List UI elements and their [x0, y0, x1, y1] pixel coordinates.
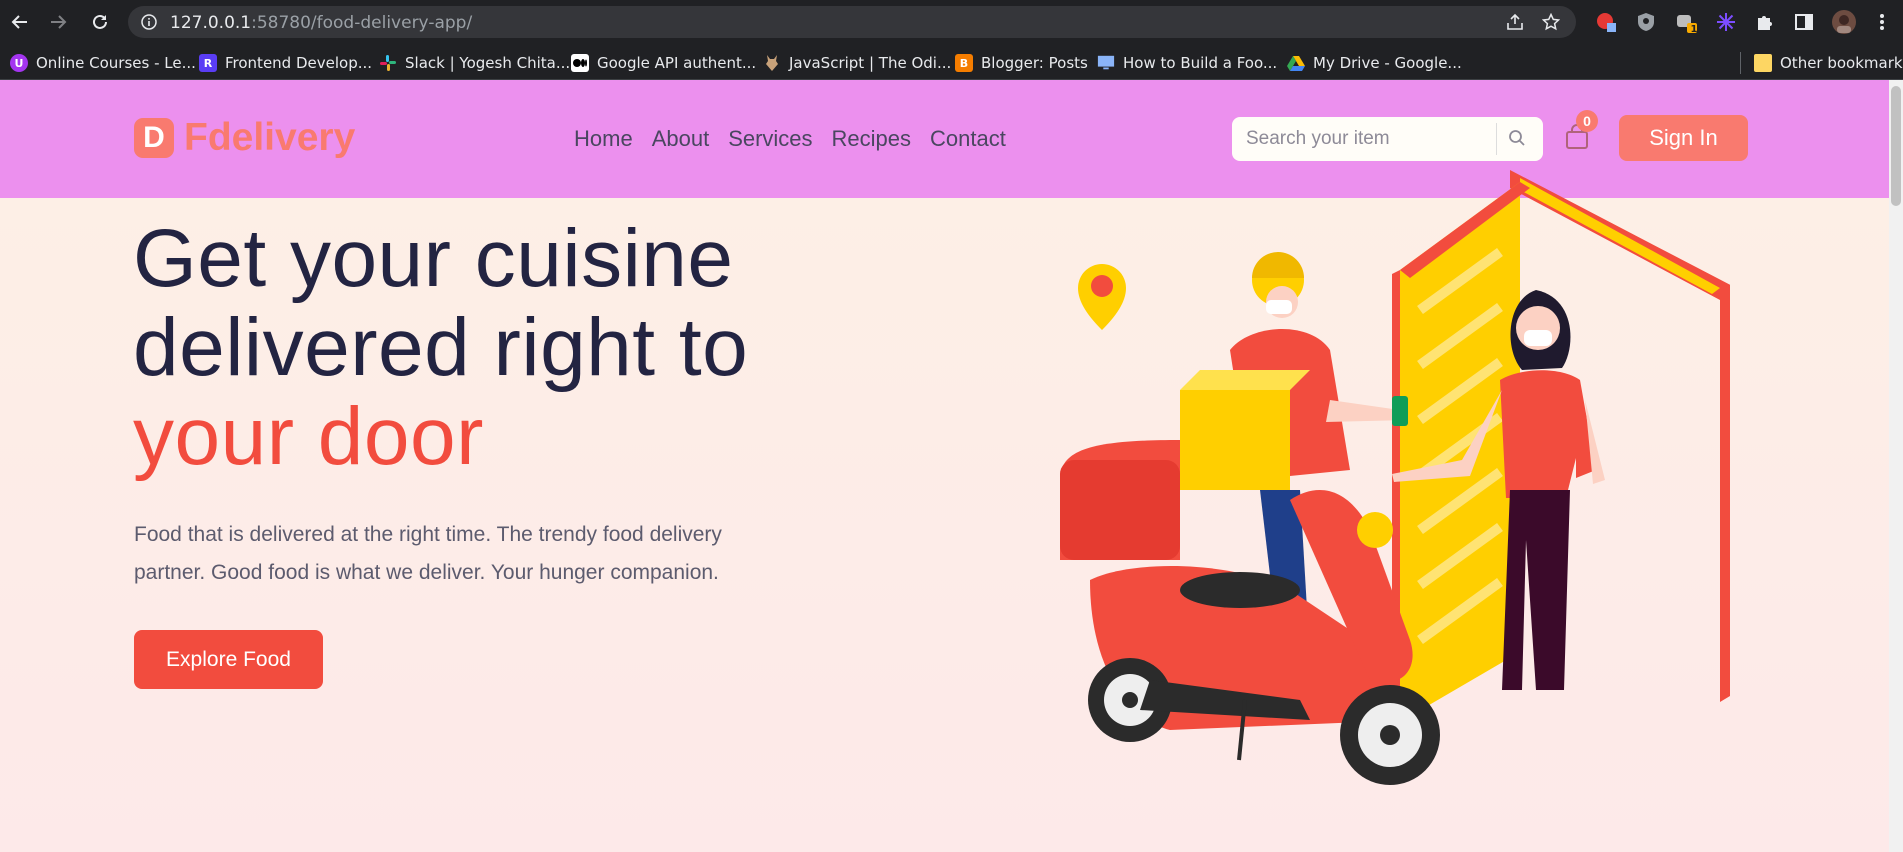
other-bookmarks-label: Other bookmarks [1780, 54, 1903, 72]
search-divider [1496, 123, 1497, 155]
bookmark-item[interactable]: How to Build a Foo... [1097, 52, 1277, 74]
delivery-illustration [1030, 160, 1742, 804]
location-pin-icon [1078, 264, 1126, 330]
headline-accent: your door [133, 391, 484, 482]
extension-adblock-icon[interactable] [1594, 10, 1618, 34]
address-bar[interactable]: 127.0.0.1:58780/food-delivery-app/ [128, 6, 1576, 38]
nav-home[interactable]: Home [574, 126, 633, 152]
bookmark-label: Slack | Yogesh Chita... [405, 54, 571, 72]
headline-line-2: delivered right to [133, 302, 749, 393]
nav-contact[interactable]: Contact [930, 126, 1006, 152]
udemy-icon: U [10, 54, 28, 72]
bookmark-item[interactable]: B Blogger: Posts [955, 52, 1088, 74]
roadmap-icon: R [199, 54, 217, 72]
extension-snowflake-icon[interactable] [1714, 10, 1738, 34]
bookmark-label: How to Build a Foo... [1123, 54, 1278, 72]
bookmark-item[interactable]: My Drive - Google... [1287, 52, 1462, 74]
logo-mark: D [134, 118, 174, 158]
share-icon[interactable] [1506, 13, 1524, 31]
explore-food-button[interactable]: Explore Food [134, 630, 323, 689]
hero-description: Food that is delivered at the right time… [134, 523, 722, 584]
forward-icon[interactable] [44, 8, 72, 36]
search-input[interactable]: Search your item [1232, 117, 1543, 161]
sign-in-button[interactable]: Sign In [1619, 115, 1748, 161]
extension-shield-icon[interactable] [1634, 10, 1658, 34]
logo-text: Fdelivery [184, 116, 356, 159]
bookmark-label: Blogger: Posts [981, 54, 1088, 72]
browser-chrome: 127.0.0.1:58780/food-delivery-app/ 1 U O… [0, 0, 1903, 80]
folder-icon [1754, 54, 1772, 72]
reload-icon[interactable] [86, 8, 114, 36]
profile-avatar[interactable] [1832, 10, 1856, 34]
side-panel-icon[interactable] [1792, 10, 1816, 34]
google-drive-icon [1287, 54, 1305, 72]
other-bookmarks[interactable]: Other bookmarks [1754, 52, 1903, 74]
bookmark-item[interactable]: Slack | Yogesh Chita... [379, 52, 570, 74]
page-scrollbar[interactable] [1889, 80, 1903, 852]
blogger-icon: B [955, 54, 973, 72]
extension-badge: 1 [1690, 24, 1698, 35]
monitor-icon [1097, 54, 1115, 72]
bookmark-label: Online Courses - Le... [36, 54, 196, 72]
bookmark-label: My Drive - Google... [1313, 54, 1462, 72]
headline-line-1: Get your cuisine [133, 213, 734, 304]
odin-project-icon [763, 54, 781, 72]
info-icon[interactable] [140, 13, 158, 31]
cart-count-badge: 0 [1576, 110, 1598, 132]
nav-recipes[interactable]: Recipes [832, 126, 911, 152]
bookmark-label: JavaScript | The Odi... [789, 54, 952, 72]
browser-toolbar: 127.0.0.1:58780/food-delivery-app/ 1 [0, 0, 1903, 44]
bookmark-label: Frontend Develop... [225, 54, 373, 72]
bookmarks-bar: U Online Courses - Le... R Frontend Develo… [0, 44, 1903, 80]
bookmark-item[interactable]: Google API authent... [571, 52, 756, 74]
slack-icon [379, 54, 397, 72]
star-icon[interactable] [1542, 13, 1560, 31]
bookmark-item[interactable]: R Frontend Develop... [199, 52, 372, 74]
scrollbar-thumb[interactable] [1891, 86, 1901, 206]
nav-services[interactable]: Services [728, 126, 812, 152]
menu-kebab-icon[interactable] [1870, 10, 1894, 34]
extensions-puzzle-icon[interactable] [1752, 10, 1776, 34]
nav-about[interactable]: About [652, 126, 710, 152]
bookmarks-divider [1740, 52, 1741, 74]
url-path: :58780/food-delivery-app/ [251, 13, 473, 33]
bookmark-item[interactable]: JavaScript | The Odi... [763, 52, 951, 74]
search-placeholder: Search your item [1246, 128, 1390, 149]
bookmark-item[interactable]: U Online Courses - Le... [10, 52, 196, 74]
back-icon[interactable] [6, 8, 34, 36]
medium-icon [571, 54, 589, 72]
scooter-illustration [1060, 440, 1440, 785]
url-host: 127.0.0.1 [170, 13, 252, 33]
search-icon[interactable] [1508, 129, 1526, 151]
url-text: 127.0.0.1:58780/food-delivery-app/ [170, 13, 472, 33]
bookmark-label: Google API authent... [597, 54, 757, 72]
main-nav: Home About Services Recipes Contact [574, 126, 1025, 152]
logo[interactable]: D Fdelivery [134, 116, 355, 160]
hero-headline: Get your cuisine delivered right to your… [133, 214, 748, 481]
